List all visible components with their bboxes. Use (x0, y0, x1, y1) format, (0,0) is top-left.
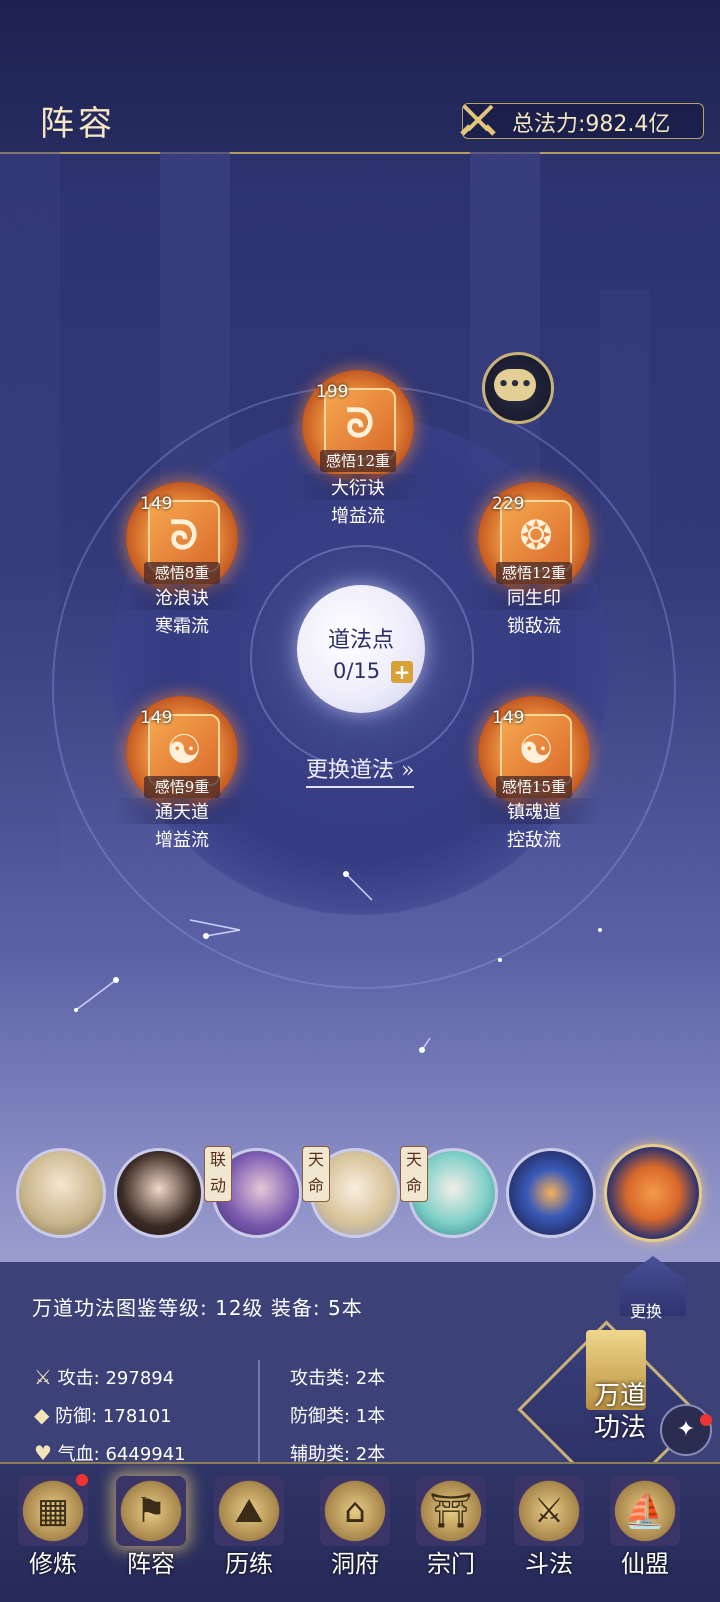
dao-point-title: 道法点 (327, 628, 394, 653)
skill-level: 199 (316, 382, 349, 402)
notification-dot (700, 1414, 712, 1426)
crossed-swords-icon (460, 104, 496, 136)
formation-icon: ⚑ (116, 1476, 186, 1546)
skill-node-3[interactable]: ❂ 229 感悟12重 (478, 482, 590, 594)
skill-style: 增益流 (155, 830, 209, 851)
menu-compass-button[interactable]: ✦ (660, 1404, 712, 1456)
skill-level: 149 (140, 494, 173, 514)
skill-level: 149 (492, 708, 525, 728)
character-avatar[interactable] (16, 1148, 106, 1238)
duel-icon: ⚔ (514, 1476, 584, 1546)
attack-stat: ⚔ 攻击: 297894 (34, 1365, 175, 1389)
nav-item-cave[interactable]: ⌂ 洞府 (310, 1466, 400, 1596)
selected-technique-avatar[interactable] (604, 1144, 702, 1242)
nav-item-duel[interactable]: ⚔ 斗法 (504, 1466, 594, 1596)
skill-style: 增益流 (331, 506, 385, 527)
skill-name: 镇魂道 (464, 798, 604, 824)
alliance-icon: ⛵ (610, 1476, 680, 1546)
skill-style: 锁敌流 (507, 616, 561, 637)
sword-icon: ⚔ (34, 1365, 52, 1389)
skill-level: 149 (140, 708, 173, 728)
skill-node-4[interactable]: ☯ 149 感悟9重 (126, 696, 238, 808)
nav-label: 斗法 (525, 1550, 573, 1578)
nav-item-alliance[interactable]: ⛵ 仙盟 (600, 1466, 690, 1596)
double-chevron-right-icon: » (401, 758, 415, 783)
switch-dao-button[interactable]: 更换道法 » (306, 752, 415, 788)
nav-label: 修炼 (29, 1550, 77, 1578)
nav-label: 阵容 (127, 1550, 175, 1578)
nav-label: 历练 (225, 1550, 273, 1578)
bg-pillar (0, 152, 60, 872)
panel-divider (258, 1360, 260, 1470)
defense-stat: ◆ 防御: 178101 (34, 1403, 172, 1427)
attack-type-count: 攻击类: 2本 (290, 1368, 386, 1389)
skill-style: 寒霜流 (155, 616, 209, 637)
cave-icon: ⌂ (320, 1476, 390, 1546)
skill-style: 控敌流 (507, 830, 561, 851)
skill-insight-tag: 感悟9重 (144, 776, 220, 798)
skill-node-5[interactable]: ☯ 149 感悟15重 (478, 696, 590, 808)
chat-dots-icon: ••• (497, 374, 533, 395)
swap-button-label: 更换 (630, 1302, 663, 1321)
skill-name: 大衍诀 (288, 474, 428, 500)
wandao-technique-label: 万道 功法 (593, 1381, 646, 1443)
skill-name: 同生印 (464, 584, 604, 610)
nav-item-trial[interactable]: ⛰ 历练 (204, 1466, 294, 1596)
cultivate-icon: ▦ (18, 1476, 88, 1546)
add-dao-point-button[interactable]: + (391, 661, 413, 683)
nav-label: 洞府 (331, 1550, 379, 1578)
codex-level-text: 万道功法图鉴等级: 12级 装备: 5本 (32, 1296, 363, 1320)
constellation-decoration (74, 871, 602, 1053)
skill-insight-tag: 感悟8重 (144, 562, 220, 584)
skill-name: 通天道 (112, 798, 252, 824)
skill-name: 沧浪诀 (112, 584, 252, 610)
trial-icon: ⛰ (214, 1476, 284, 1546)
nav-label: 仙盟 (621, 1550, 669, 1578)
skill-insight-tag: 感悟15重 (496, 776, 572, 798)
sect-icon: ⛩ (416, 1476, 486, 1546)
nav-label: 宗门 (427, 1550, 475, 1578)
collab-badge: 联动 (204, 1146, 232, 1202)
nav-item-sect[interactable]: ⛩ 宗门 (406, 1466, 496, 1596)
defense-type-count: 防御类: 1本 (290, 1406, 386, 1427)
skill-level: 229 (492, 494, 525, 514)
shield-icon: ◆ (34, 1403, 50, 1427)
artifact-avatar[interactable] (506, 1148, 596, 1238)
page-title: 阵容 (40, 104, 116, 144)
destiny-badge: 天命 (302, 1146, 330, 1202)
switch-dao-label: 更换道法 (306, 758, 395, 783)
character-avatar[interactable] (114, 1148, 204, 1238)
notification-dot (76, 1474, 88, 1486)
destiny-badge: 天命 (400, 1146, 428, 1202)
dao-point-value: 0/15 (333, 659, 381, 683)
skill-insight-tag: 感悟12重 (320, 450, 396, 472)
skill-insight-tag: 感悟12重 (496, 562, 572, 584)
total-power-text: 总法力:982.4亿 (512, 112, 671, 137)
skill-node-2[interactable]: ᘐ 149 感悟8重 (126, 482, 238, 594)
nav-item-cultivate[interactable]: ▦ 修炼 (8, 1466, 98, 1596)
nav-item-formation[interactable]: ⚑ 阵容 (106, 1466, 196, 1596)
